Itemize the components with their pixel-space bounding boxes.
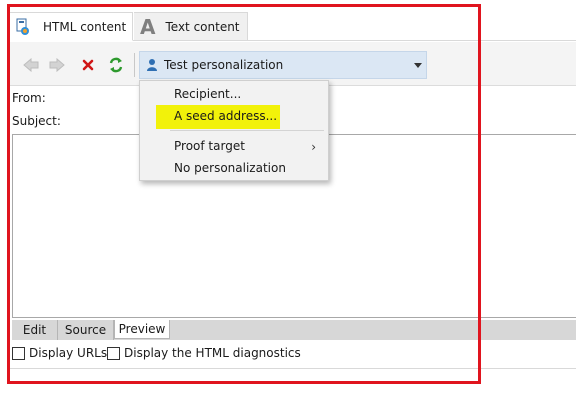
- tab-html-content[interactable]: HTML content: [8, 12, 133, 41]
- delivery-content-window: HTML content A Text content Test persona…: [0, 0, 576, 408]
- menu-item-seed-address-label: A seed address...: [174, 109, 278, 123]
- tab-html-content-label: HTML content: [43, 19, 127, 34]
- display-urls-option[interactable]: Display URLs: [12, 346, 107, 360]
- menu-item-proof-target[interactable]: Proof target ›: [140, 135, 328, 157]
- personalization-dropdown-label: Test personalization: [164, 58, 284, 72]
- refresh-icon: [109, 57, 123, 73]
- delete-x-icon: [82, 59, 94, 71]
- subject-label: Subject:: [12, 114, 61, 128]
- delete-button[interactable]: [79, 56, 97, 74]
- display-urls-checkbox[interactable]: [12, 346, 25, 360]
- from-label: From:: [12, 91, 46, 105]
- display-html-diagnostics-option[interactable]: Display the HTML diagnostics: [107, 346, 301, 360]
- menu-item-seed-address[interactable]: A seed address...: [140, 105, 328, 127]
- menu-separator: [170, 130, 324, 131]
- tab-text-content[interactable]: A Text content: [134, 12, 248, 41]
- tab-preview[interactable]: Preview: [114, 320, 170, 339]
- user-icon: [147, 59, 157, 71]
- tab-text-content-label: Text content: [165, 19, 240, 34]
- forward-arrow-icon: [49, 58, 65, 72]
- menu-item-no-personalization[interactable]: No personalization: [140, 157, 328, 179]
- back-arrow-icon: [23, 58, 39, 72]
- html-document-icon: [15, 18, 31, 36]
- bottom-divider: [8, 368, 576, 369]
- menu-item-recipient[interactable]: Recipient...: [140, 83, 328, 105]
- tab-edit[interactable]: Edit: [12, 320, 58, 340]
- personalization-menu: Recipient... A seed address... Proof tar…: [139, 80, 329, 181]
- menu-item-proof-target-label: Proof target: [174, 139, 245, 153]
- back-button[interactable]: [22, 56, 40, 74]
- display-html-diagnostics-checkbox[interactable]: [107, 346, 120, 360]
- menu-item-recipient-label: Recipient...: [174, 87, 242, 101]
- content-tabstrip: HTML content A Text content: [8, 12, 576, 41]
- display-html-diagnostics-label: Display the HTML diagnostics: [124, 346, 301, 360]
- toolbar-separator: [134, 53, 135, 77]
- display-urls-label: Display URLs: [29, 346, 108, 360]
- chevron-down-icon[interactable]: [414, 63, 422, 68]
- chevron-right-icon: ›: [311, 140, 316, 154]
- view-mode-tabs: Edit Source Preview: [12, 320, 576, 340]
- menu-item-no-personalization-label: No personalization: [174, 161, 286, 175]
- forward-button[interactable]: [48, 56, 66, 74]
- text-a-icon: A: [140, 14, 156, 39]
- personalization-dropdown[interactable]: Test personalization: [139, 51, 427, 79]
- refresh-button[interactable]: [107, 56, 125, 74]
- tab-source[interactable]: Source: [58, 320, 114, 340]
